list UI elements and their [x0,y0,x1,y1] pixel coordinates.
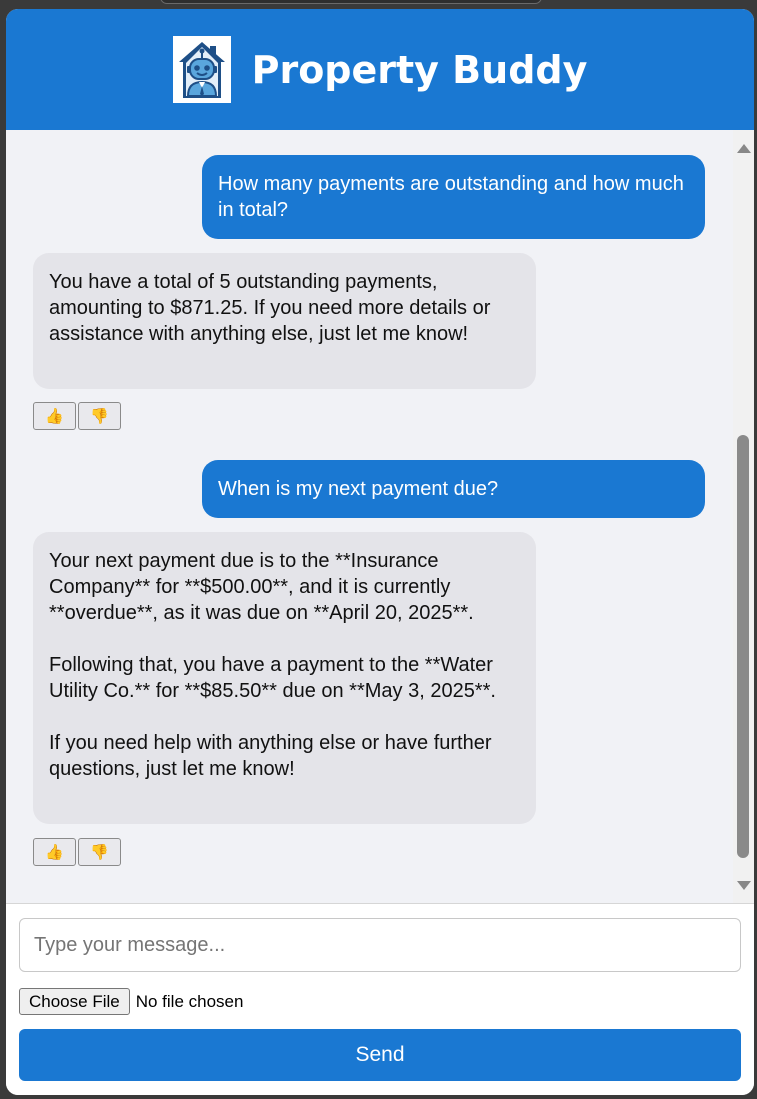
bot-message: You have a total of 5 outstanding paymen… [33,253,536,389]
thumbs-up-icon: 👍 [45,844,64,861]
scroll-down-arrow-icon[interactable] [737,881,751,890]
browser-tab-edge [160,0,542,4]
thumbs-down-icon: 👎 [90,408,109,425]
file-upload: Choose File No file chosen [19,988,243,1015]
user-message: How many payments are outstanding and ho… [202,155,705,239]
thumbs-up-button[interactable]: 👍 [33,838,76,866]
thumbs-up-icon: 👍 [45,408,64,425]
thumbs-down-button[interactable]: 👎 [78,838,121,866]
thumbs-down-button[interactable]: 👎 [78,402,121,430]
robot-house-icon [172,36,231,103]
chat-header: Property Buddy [6,9,754,130]
scroll-up-arrow-icon[interactable] [737,144,751,153]
file-status: No file chosen [135,991,244,1011]
choose-file-button[interactable]: Choose File [19,988,130,1015]
send-button-label: Send [355,1043,405,1066]
composer: Choose File No file chosen Send [6,903,754,1095]
send-button[interactable]: Send [19,1029,741,1081]
thumbs-down-icon: 👎 [90,844,109,861]
app-title: Property Buddy [251,47,588,92]
thumbs-up-button[interactable]: 👍 [33,402,76,430]
user-message: When is my next payment due? [202,460,705,518]
scroll-thumb[interactable] [737,435,749,858]
feedback-row: 👍 👎 [33,838,123,866]
message-list: How many payments are outstanding and ho… [6,130,733,903]
bot-message: Your next payment due is to the **Insura… [33,532,536,824]
chat-scrollbar[interactable] [733,130,754,903]
chat-window: Property Buddy How many payments are out… [6,9,754,1095]
feedback-row: 👍 👎 [33,402,123,430]
message-input[interactable] [19,918,741,972]
